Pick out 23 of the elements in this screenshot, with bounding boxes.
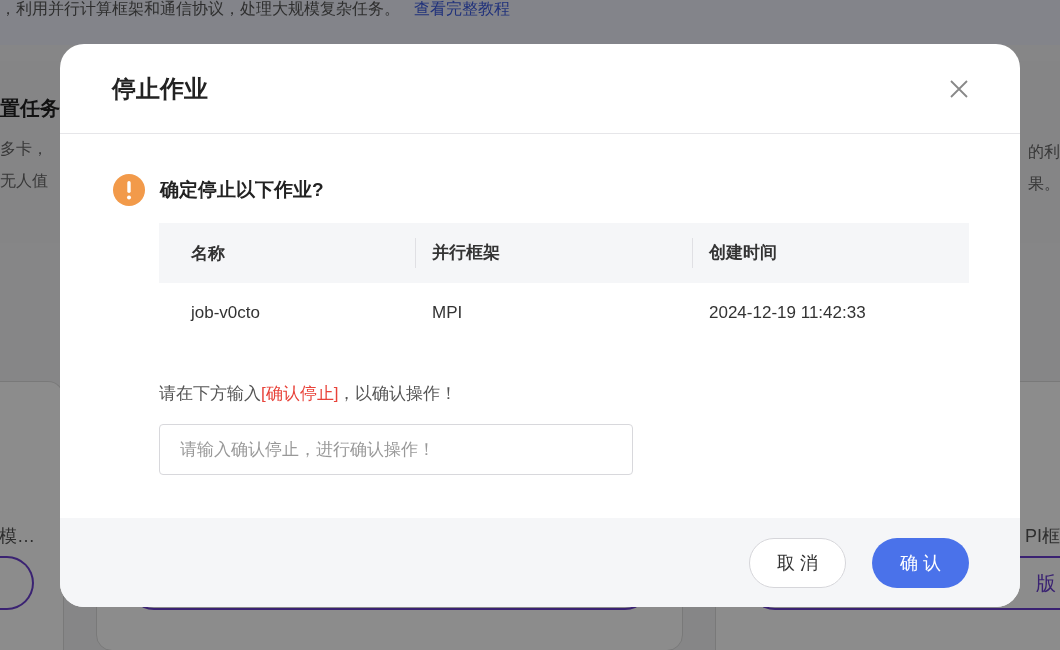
cancel-button[interactable]: 取 消 (749, 537, 846, 588)
description-text: 无人值 (0, 171, 49, 191)
card-button[interactable] (0, 556, 34, 610)
confirm-input[interactable]: 请输入确认停止，进行确认操作！ (159, 424, 633, 475)
column-header: 创建时间 (692, 238, 969, 268)
table-cell-text: 2024-12-19 11:42:33 (708, 303, 867, 323)
confirm-instruction: 请在下方输入[确认停止]，以确认操作！ (159, 383, 459, 405)
confirm-question: 确定停止以下作业? (160, 178, 324, 202)
column-header: 并行框架 (415, 238, 692, 268)
confirm-button[interactable]: 确 认 (872, 537, 969, 588)
close-icon[interactable] (950, 79, 968, 98)
section-title: 置任务 (0, 96, 60, 121)
tutorial-link[interactable]: 查看完整教程 (414, 0, 510, 18)
warning-icon (113, 174, 145, 206)
table-cell-text: MPI (431, 303, 464, 323)
description-text: 多卡， (0, 139, 49, 159)
table-cell-text: job-v0cto (189, 303, 261, 323)
description-text: 果。 (1028, 174, 1060, 194)
column-header: 名称 (190, 242, 226, 265)
description-text: 的利 (1028, 142, 1060, 162)
dialog-title: 停止作业 (112, 73, 208, 104)
card-text: PI框 (1025, 525, 1060, 548)
intro-text: ，利用并行计算框架和通信协议，处理大规模复杂任务。 (0, 0, 400, 18)
